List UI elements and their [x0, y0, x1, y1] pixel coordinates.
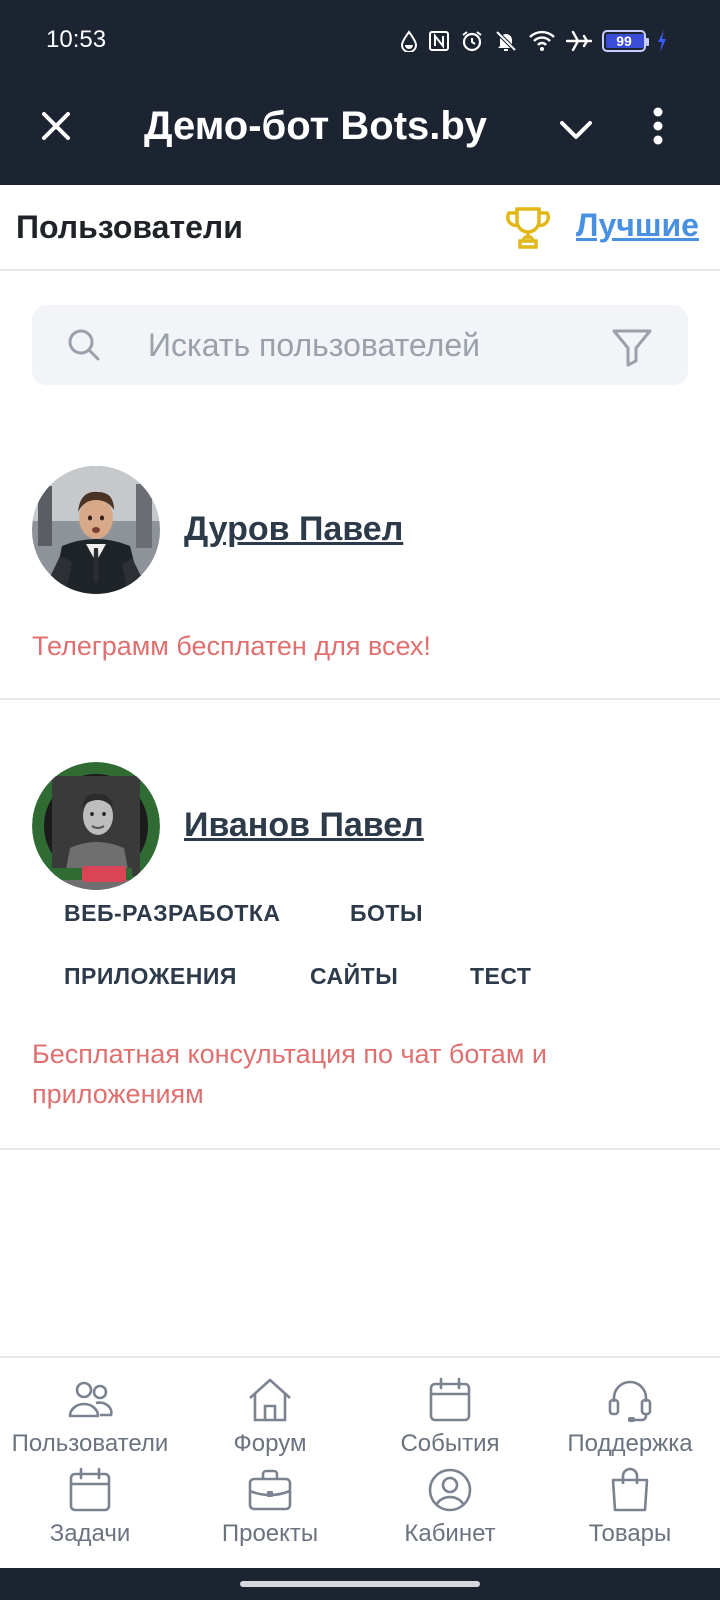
alarm-icon [462, 31, 482, 52]
calendar-icon [69, 1467, 111, 1512]
tag[interactable]: ПРИЛОЖЕНИЯ [64, 963, 237, 990]
more-vertical-icon [653, 107, 663, 145]
section-header: Пользователи Лучшие [0, 185, 720, 271]
filter-icon[interactable] [610, 325, 654, 369]
screen: 10:53 99 Демо-бот Bots.by Пользователи Л… [0, 0, 720, 1600]
user-name-link[interactable]: Дуров Павел [184, 510, 403, 549]
drop-icon [400, 30, 418, 52]
user-name-link[interactable]: Иванов Павел [184, 806, 424, 845]
user-status: Бесплатная консультация по чат ботам и п… [32, 1039, 547, 1109]
top-bar: 10:53 99 Демо-бот Bots.by [0, 0, 720, 185]
search-icon [68, 329, 100, 361]
user-card: Дуров Павел Телеграмм бесплатен для всех… [0, 430, 720, 700]
tag[interactable]: ТЕСТ [470, 963, 531, 990]
avatar[interactable] [32, 466, 160, 594]
nav-label: События [400, 1430, 500, 1457]
briefcase-icon [248, 1469, 292, 1511]
charging-icon [658, 30, 666, 52]
account-icon [428, 1468, 472, 1512]
nfc-icon [429, 31, 449, 51]
home-icon [249, 1378, 291, 1422]
nav-item-forum[interactable]: Форум [180, 1376, 360, 1458]
nav-label: Кабинет [404, 1520, 496, 1547]
airplane-icon [566, 30, 592, 52]
status-icons: 99 [400, 26, 668, 56]
tag[interactable]: БОТЫ [350, 900, 423, 927]
nav-label: Поддержка [567, 1430, 693, 1457]
tag[interactable]: ВЕБ-РАЗРАБОТКА [64, 900, 281, 927]
nav-label: Задачи [49, 1520, 131, 1547]
nav-item-tasks[interactable]: Задачи [0, 1466, 180, 1548]
nav-item-account[interactable]: Кабинет [360, 1466, 540, 1548]
users-icon [68, 1381, 113, 1418]
trophy-icon[interactable] [505, 205, 551, 251]
bottom-nav: Пользователи Форум События Поддержка Зад… [0, 1356, 720, 1568]
avatar-photo [32, 466, 160, 594]
avatar[interactable] [32, 762, 160, 890]
app-title: Демо-бот Bots.by [144, 104, 488, 148]
nav-item-support[interactable]: Поддержка [540, 1376, 720, 1458]
battery-icon: 99 [602, 30, 649, 52]
status-time: 10:53 [46, 26, 107, 53]
nav-item-goods[interactable]: Товары [540, 1466, 720, 1548]
headset-icon [608, 1380, 652, 1422]
nav-label: Товары [588, 1520, 672, 1547]
expand-button[interactable] [556, 110, 596, 150]
avatar-photo [32, 762, 160, 890]
system-nav-bar [0, 1568, 720, 1600]
nav-label: Пользователи [11, 1430, 169, 1457]
close-button[interactable] [36, 106, 76, 146]
chevron-down-icon [560, 121, 592, 139]
shopping-bag-icon [611, 1467, 649, 1512]
user-status: Телеграмм бесплатен для всех! [32, 631, 431, 661]
search-bar [32, 305, 688, 385]
tag[interactable]: САЙТЫ [310, 963, 398, 990]
search-input[interactable] [148, 323, 608, 367]
battery-percent: 99 [616, 33, 632, 49]
nav-label: Проекты [221, 1520, 319, 1547]
nav-item-events[interactable]: События [360, 1376, 540, 1458]
calendar-icon [429, 1377, 471, 1422]
more-menu-button[interactable] [652, 106, 664, 146]
page-title: Пользователи [16, 209, 243, 245]
nav-item-projects[interactable]: Проекты [180, 1466, 360, 1548]
nav-item-users[interactable]: Пользователи [0, 1376, 180, 1458]
close-icon [42, 112, 70, 140]
battery-tip [646, 38, 649, 46]
best-users-link[interactable]: Лучшие [576, 207, 699, 244]
wifi-icon [529, 30, 555, 51]
nav-label: Форум [233, 1430, 307, 1457]
bell-off-icon [495, 30, 517, 52]
user-card: Иванов Павел ВЕБ-РАЗРАБОТКА БОТЫ ПРИЛОЖЕ… [0, 700, 720, 1150]
home-indicator[interactable] [240, 1581, 480, 1587]
